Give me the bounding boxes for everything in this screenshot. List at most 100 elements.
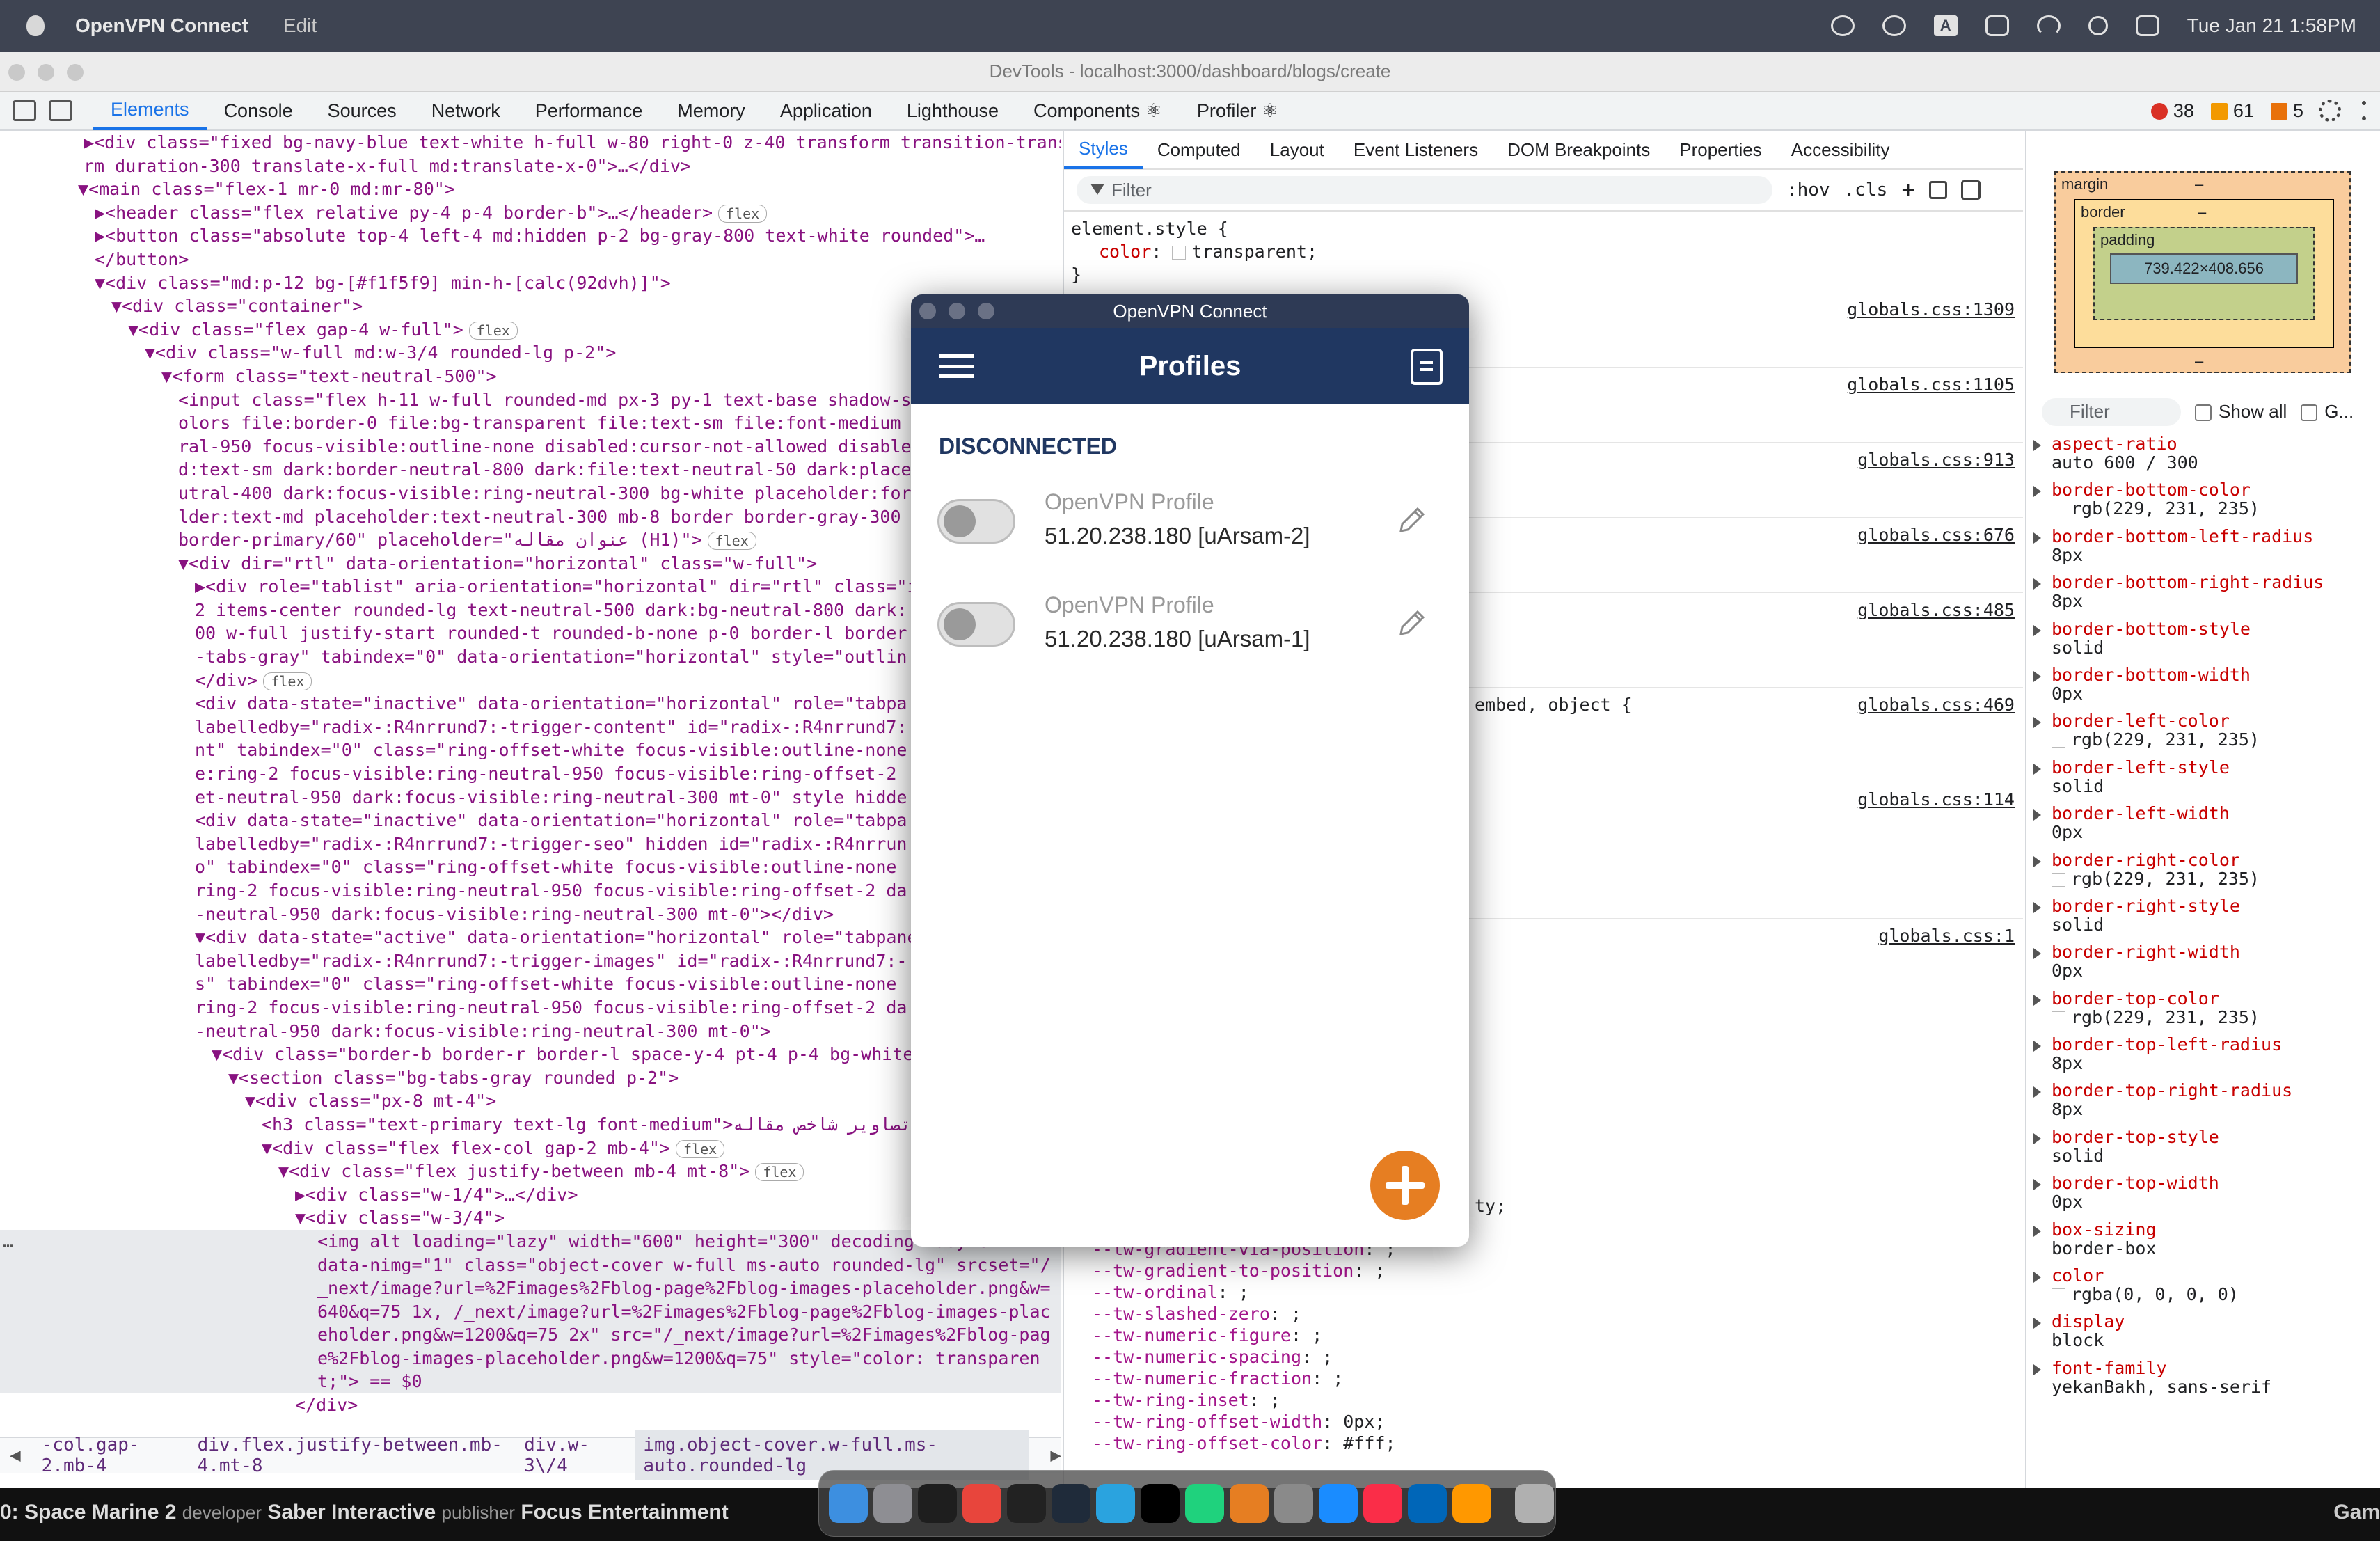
subtab-computed[interactable]: Computed [1143,139,1255,161]
tab-elements[interactable]: Elements [93,91,207,130]
profile-connect-toggle[interactable] [937,499,1015,544]
element-style-declaration[interactable]: color: transparent; [1071,240,2016,263]
rule-source-link[interactable]: globals.css:1105 [1847,373,2015,396]
css-variable-declaration[interactable]: --tw-ring-inset: ; [1092,1389,1406,1411]
hamburger-menu-icon[interactable] [939,354,974,378]
search-icon[interactable] [2088,16,2108,35]
dom-node-line[interactable]: ▼<div class="flex flex-col gap-2 mb-4"> f… [0,1137,1061,1160]
computed-property[interactable]: border-bottom-color rgb(229, 231, 235) [2026,477,2380,523]
dom-node-line[interactable]: labelledby="radix-:R4nrrund7:-trigger-im… [0,949,1061,973]
dom-node-line[interactable]: ▼<div class="md:p-12 bg-[#f1f5f9] min-h-… [0,271,1061,295]
flex-badge[interactable]: flex [718,204,768,223]
computed-property[interactable]: font-family yekanBakh, sans-serif [2026,1356,2380,1402]
dom-node-line[interactable]: ▼<div dir="rtl" data-orientation="horizo… [0,552,1061,576]
subtab-styles[interactable]: Styles [1064,130,1143,169]
dom-node-line[interactable]: labelledby="radix-:R4nrrund7:-trigger-se… [0,832,1061,856]
css-variable-declaration[interactable]: --tw-numeric-figure: ; [1092,1325,1406,1346]
color-swatch[interactable] [2052,734,2065,748]
css-variable-declaration[interactable]: --tw-ordinal: ; [1092,1281,1406,1303]
close-window-button[interactable] [919,303,936,319]
dom-node-line[interactable]: eholder.png&w=1200&q=75 2x" src="/_next/… [0,1323,1061,1347]
minimize-window-button[interactable] [38,64,54,81]
inspect-element-icon[interactable] [13,100,36,121]
computed-property[interactable]: border-right-color rgb(229, 231, 235) [2026,848,2380,894]
dom-node-line[interactable]: 00 w-full justify-start rounded-t rounde… [0,622,1061,645]
menubar-edit[interactable]: Edit [283,15,317,37]
control-center-icon[interactable] [2135,15,2159,36]
issues-count[interactable]: 5 [2270,100,2303,122]
dom-node-line[interactable]: ring-2 focus-visible:ring-neutral-950 fo… [0,879,1061,903]
dom-node-line[interactable]: ▼<div data-state="active" data-orientati… [0,926,1061,949]
new-style-rule-icon[interactable]: + [1901,177,1915,204]
dom-node-line[interactable]: <img alt loading="lazy" width="600" heig… [0,1229,1061,1254]
breadcrumb-back-icon[interactable]: ◀ [10,1445,21,1466]
color-swatch[interactable] [2052,1288,2065,1303]
dom-node-line[interactable]: nt" tabindex="0" class="ring-offset-whit… [0,738,1061,762]
tab-performance[interactable]: Performance [518,91,660,130]
dom-node-line[interactable]: ▼<section class="bg-tabs-gray rounded p-… [0,1066,1061,1090]
group-checkbox[interactable]: G... [2301,401,2354,422]
selection-ellipsis-icon[interactable]: … [3,1230,13,1254]
dom-node-line[interactable]: </div> flex [0,669,1061,693]
dom-node-line[interactable]: lder:text-md placeholder:text-neutral-30… [0,505,1061,529]
dom-node-line[interactable]: data-nimg="1" class="object-cover w-full… [0,1253,1061,1277]
rule-source-link[interactable]: globals.css:114 [1857,788,2015,811]
computed-property[interactable]: display block [2026,1309,2380,1355]
subtab-properties[interactable]: Properties [1665,139,1777,161]
minimize-window-button[interactable] [949,303,965,319]
rule-source-link[interactable]: globals.css:485 [1857,599,2015,622]
dom-node-line[interactable]: </button> [0,248,1061,271]
breadcrumb-item[interactable]: -col.gap-2.mb-4 [42,1435,177,1476]
dom-node-line[interactable]: <input class="flex h-11 w-full rounded-m… [0,388,1061,412]
dom-node-line[interactable]: ring-2 focus-visible:ring-neutral-950 fo… [0,996,1061,1020]
computed-property[interactable]: border-bottom-right-radius 8px [2026,570,2380,616]
dom-node-line[interactable]: 640&q=75 1x, /_next/image?url=%2Fimages%… [0,1299,1061,1324]
menubar-app-name[interactable]: OpenVPN Connect [75,15,248,37]
settings-gear-icon[interactable] [2319,100,2341,122]
dom-node-line[interactable]: ▼<div class="border-b border-r border-l … [0,1043,1061,1066]
tab-profiler[interactable]: Profiler ⚛ [1180,91,1296,130]
breadcrumb-item[interactable]: div.flex.justify-between.mb-4.mt-8 [198,1435,504,1476]
chrome-icon[interactable] [962,1484,1001,1523]
flex-badge[interactable]: flex [707,532,756,551]
dom-node-line[interactable]: ▶<div class="w-1/4">…</div> [0,1183,1061,1207]
play-icon[interactable] [1882,15,1906,36]
apple-logo-icon[interactable] [26,15,45,36]
dom-node-line[interactable]: rm duration-300 translate-x-full md:tran… [0,155,1061,178]
computed-property[interactable]: border-top-style solid [2026,1125,2380,1171]
edit-pencil-icon[interactable] [1394,606,1429,641]
tab-components[interactable]: Components ⚛ [1016,91,1180,130]
openvpn-icon[interactable] [1230,1484,1269,1523]
vscode-icon[interactable] [1408,1484,1447,1523]
tab-application[interactable]: Application [763,91,889,130]
error-count[interactable]: 38 [2150,100,2194,122]
vscode-insiders-icon[interactable] [1052,1484,1090,1523]
computed-property[interactable]: border-left-color rgb(229, 231, 235) [2026,709,2380,754]
add-profile-button[interactable] [1370,1151,1440,1220]
subtab-accessibility[interactable]: Accessibility [1777,139,1905,161]
dom-node-line[interactable]: et-neutral-950 dark:focus-visible:ring-n… [0,786,1061,809]
css-variable-declaration[interactable]: --tw-numeric-fraction: ; [1092,1368,1406,1389]
dom-node-line[interactable]: border-primary/60" placeholder="عنوان مق… [0,528,1061,552]
warning-count[interactable]: 61 [2210,100,2254,122]
computed-property[interactable]: color rgba(0, 0, 0, 0) [2026,1263,2380,1309]
css-variable-declaration[interactable]: --tw-slashed-zero: ; [1092,1303,1406,1325]
edit-pencil-icon[interactable] [1394,503,1429,538]
close-window-button[interactable] [8,64,25,81]
computed-property[interactable]: border-top-right-radius 8px [2026,1078,2380,1124]
sublime-icon[interactable] [1452,1484,1491,1523]
import-profile-icon[interactable] [1411,349,1443,385]
dom-node-line[interactable]: <div data-state="inactive" data-orientat… [0,809,1061,832]
styles-filter-input[interactable]: Filter [1077,176,1772,204]
tab-network[interactable]: Network [414,91,518,130]
dom-node-line[interactable]: s" tabindex="0" class="ring-offset-white… [0,972,1061,996]
profile-item[interactable]: OpenVPN Profile 51.20.238.180 [uArsam-1] [937,581,1443,665]
paint-icon[interactable] [1929,181,1948,199]
box-model-border[interactable]: border – padding 739.422×408.656 [2074,199,2334,348]
rule-source-link[interactable]: globals.css:469 [1857,693,2015,716]
dom-node-line[interactable]: <h3 class="text-primary text-lg font-med… [0,1113,1061,1137]
computed-property[interactable]: border-top-left-radius 8px [2026,1032,2380,1078]
color-swatch[interactable] [2052,503,2065,517]
dom-node-line[interactable]: t;"> == $0 [0,1370,1061,1394]
rule-source-link[interactable]: globals.css:1 [1878,924,2015,947]
